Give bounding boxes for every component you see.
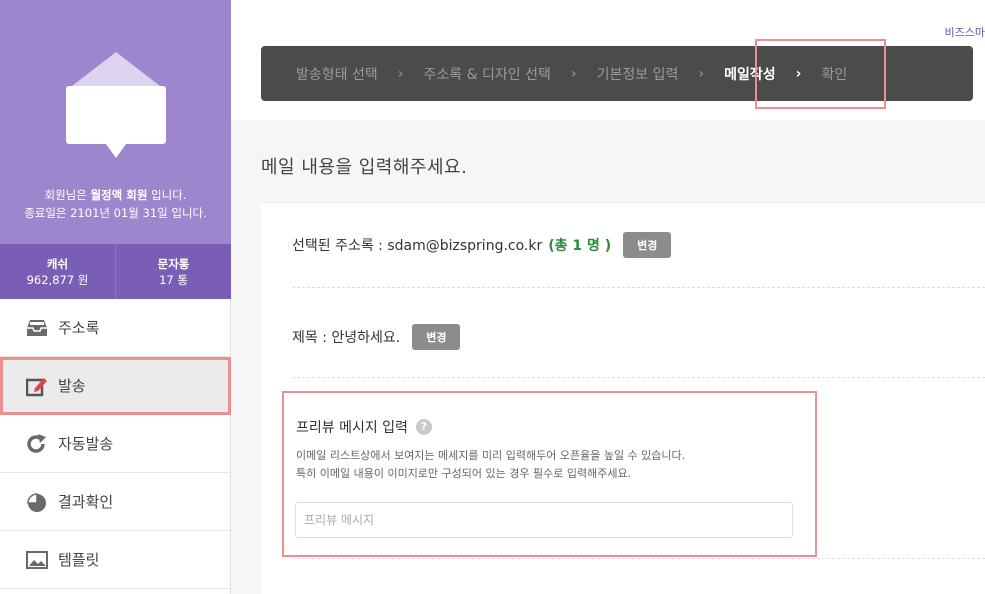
preview-description: 이메일 리스트상에서 보여지는 메세지를 미리 입력해두어 오픈율을 높일 수 … bbox=[296, 447, 685, 483]
sidebar: 회원님은 월정액 회원 입니다. 종료일은 2101년 01월 31일 입니다.… bbox=[0, 0, 231, 594]
membership-suffix: 입니다. bbox=[147, 188, 187, 202]
edit-pencil-icon bbox=[24, 373, 50, 399]
subject-row: 제목 : 안녕하세요. 변경 bbox=[292, 324, 461, 350]
brand-link[interactable]: 비즈스마 bbox=[945, 24, 985, 40]
expiry-date: 종료일은 2101년 01월 31일 입니다. bbox=[24, 206, 207, 220]
help-icon[interactable]: ? bbox=[415, 419, 432, 435]
chevron-right-icon: › bbox=[397, 65, 404, 82]
sidebar-item-send[interactable]: 발송 bbox=[0, 357, 231, 415]
chevron-right-icon: › bbox=[698, 65, 705, 82]
cash-value: 962,877 원 bbox=[26, 273, 89, 287]
refresh-icon bbox=[24, 431, 50, 457]
step-label: 기본정보 입력 bbox=[596, 66, 679, 83]
step-1: 발송형태 선택 › bbox=[296, 64, 424, 84]
membership-grade: 월정액 회원 bbox=[90, 188, 148, 202]
sidebar-item-templates[interactable]: 템플릿 bbox=[0, 531, 231, 589]
sidebar-item-label: 주소록 bbox=[58, 319, 100, 337]
divider bbox=[292, 377, 985, 378]
sidebar-nav: 주소록 발송 자동발송 결과확인 템플릿 bbox=[0, 299, 231, 589]
preview-title-row: 프리뷰 메시지 입력 ? bbox=[296, 417, 432, 437]
sidebar-item-label: 발송 bbox=[58, 377, 86, 395]
membership-info: 회원님은 월정액 회원 입니다. 종료일은 2101년 01월 31일 입니다. bbox=[0, 186, 231, 222]
sidebar-item-auto-send[interactable]: 자동발송 bbox=[0, 415, 231, 473]
step-label: 주소록 & 디자인 선택 bbox=[423, 66, 551, 83]
pie-chart-icon bbox=[24, 489, 50, 515]
step-label: 발송형태 선택 bbox=[296, 66, 378, 83]
chevron-right-icon: › bbox=[570, 65, 577, 82]
current-step-highlight bbox=[755, 39, 886, 109]
preview-message-section: 프리뷰 메시지 입력 ? 이메일 리스트상에서 보여지는 메세지를 미리 입력해… bbox=[282, 391, 817, 557]
step-2: 주소록 & 디자인 선택 › bbox=[424, 64, 597, 84]
step-3: 기본정보 입력 › bbox=[597, 64, 725, 84]
change-address-button[interactable]: 변경 bbox=[623, 232, 672, 258]
sidebar-item-addressbook[interactable]: 주소록 bbox=[0, 299, 231, 357]
profile-panel: 회원님은 월정액 회원 입니다. 종료일은 2101년 01월 31일 입니다. bbox=[0, 0, 231, 244]
recipient-count: (총 1 명 ) bbox=[548, 238, 612, 254]
change-subject-button[interactable]: 변경 bbox=[412, 324, 461, 350]
preview-title: 프리뷰 메시지 입력 bbox=[296, 420, 408, 436]
sidebar-item-label: 템플릿 bbox=[58, 551, 100, 569]
preview-message-input[interactable] bbox=[295, 502, 793, 538]
cash-stat[interactable]: 캐쉬 962,877 원 bbox=[0, 244, 116, 299]
image-icon bbox=[24, 547, 50, 573]
sms-label: 문자통 bbox=[157, 257, 190, 271]
sidebar-item-label: 결과확인 bbox=[58, 493, 114, 511]
subject-text: 제목 : 안녕하세요. bbox=[292, 330, 401, 346]
envelope-icon bbox=[66, 52, 166, 158]
address-text: 선택된 주소록 : sdam@bizspring.co.kr bbox=[292, 238, 543, 254]
membership-prefix: 회원님은 bbox=[44, 188, 91, 202]
preview-desc-line1: 이메일 리스트상에서 보여지는 메세지를 미리 입력해두어 오픈율을 높일 수 … bbox=[296, 449, 686, 462]
sidebar-item-results[interactable]: 결과확인 bbox=[0, 473, 231, 531]
cash-label: 캐쉬 bbox=[46, 257, 69, 271]
page-title: 메일 내용을 입력해주세요. bbox=[261, 157, 468, 178]
divider bbox=[292, 287, 985, 288]
sms-value: 17 통 bbox=[159, 273, 188, 287]
address-row: 선택된 주소록 : sdam@bizspring.co.kr (총 1 명 ) … bbox=[292, 232, 672, 258]
preview-desc-line2: 특히 이메일 내용이 이미지로만 구성되어 있는 경우 필수로 입력해주세요. bbox=[296, 467, 632, 480]
account-stats: 캐쉬 962,877 원 문자통 17 통 bbox=[0, 244, 231, 299]
sms-stat[interactable]: 문자통 17 통 bbox=[116, 244, 231, 299]
sidebar-item-label: 자동발송 bbox=[58, 435, 114, 453]
divider bbox=[292, 558, 985, 559]
inbox-tray-icon bbox=[24, 315, 50, 341]
